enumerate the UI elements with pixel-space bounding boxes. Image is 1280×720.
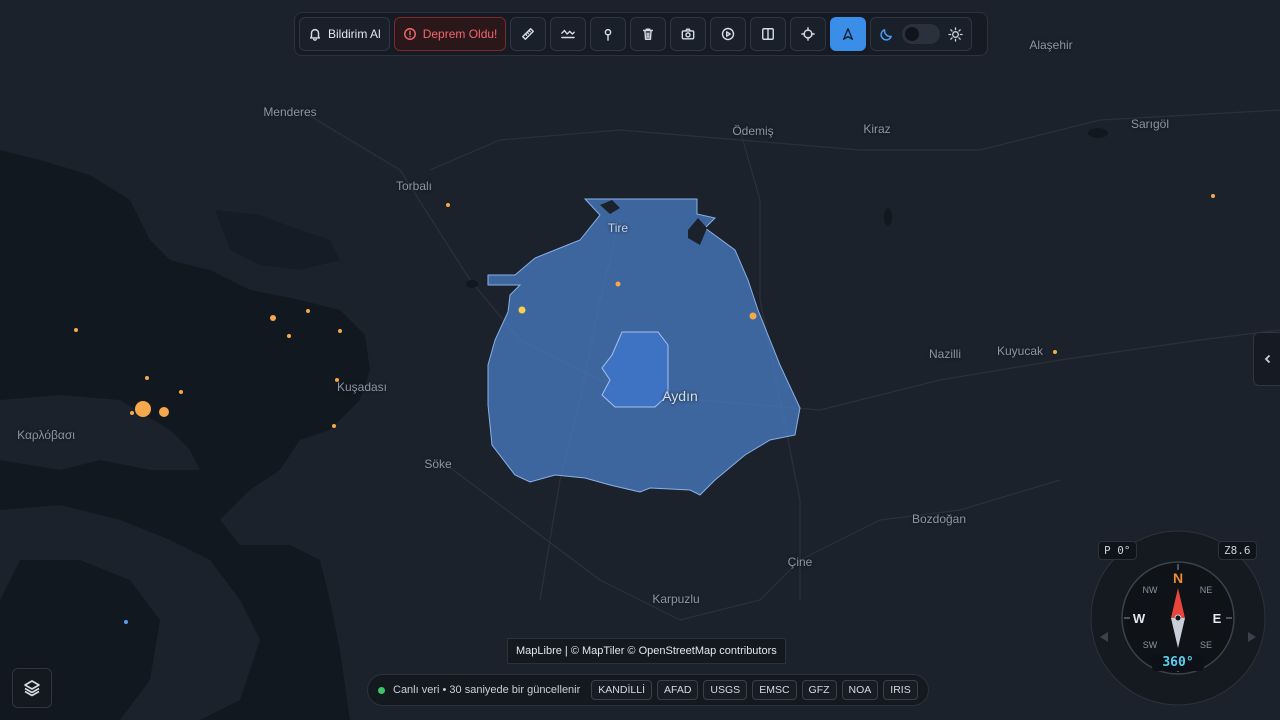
notify-label: Bildirim Al bbox=[328, 27, 381, 41]
chevron-left-icon bbox=[1264, 354, 1271, 364]
fault-lines-button[interactable] bbox=[550, 17, 587, 51]
clear-button[interactable] bbox=[630, 17, 667, 51]
pin-icon bbox=[605, 28, 612, 41]
alert-circle-icon bbox=[403, 28, 416, 40]
split-view-button[interactable] bbox=[750, 17, 787, 51]
theme-switcher bbox=[870, 17, 973, 51]
earthquake-marker[interactable] bbox=[145, 376, 149, 380]
notify-button[interactable]: Bildirim Al bbox=[299, 17, 390, 51]
place-label: Sarıgöl bbox=[1130, 117, 1170, 131]
camera-icon bbox=[682, 28, 695, 40]
earthquake-marker[interactable] bbox=[124, 620, 128, 624]
live-status-text: Canlı veri • 30 saniyede bir güncellenir bbox=[393, 684, 581, 696]
wave-icon bbox=[561, 29, 576, 39]
compass-north-label: N bbox=[1173, 570, 1183, 586]
source-badge[interactable]: NOA bbox=[841, 680, 879, 700]
earthquake-marker[interactable] bbox=[179, 390, 183, 394]
screenshot-button[interactable] bbox=[670, 17, 707, 51]
earthquake-report-label: Deprem Oldu! bbox=[422, 27, 498, 41]
trash-icon bbox=[643, 28, 654, 40]
pitch-readout: P 0° bbox=[1098, 541, 1137, 560]
compass-west-label: W bbox=[1133, 611, 1146, 626]
place-label: Ödemiş bbox=[732, 124, 774, 138]
moon-icon[interactable] bbox=[879, 27, 894, 42]
place-label: Aydın bbox=[662, 388, 698, 404]
earthquake-marker[interactable] bbox=[1211, 194, 1215, 198]
place-label: Καρλόβασι bbox=[17, 428, 75, 442]
play-button[interactable] bbox=[710, 17, 747, 51]
source-badge[interactable]: AFAD bbox=[656, 680, 699, 700]
place-label: Nazilli bbox=[928, 347, 962, 361]
earthquake-marker[interactable] bbox=[270, 315, 276, 321]
compass-ne-label: NE bbox=[1200, 585, 1213, 595]
earthquake-marker[interactable] bbox=[74, 328, 78, 332]
pin-button[interactable] bbox=[590, 17, 627, 51]
place-label: Menderes bbox=[263, 105, 317, 119]
data-source-bar: Canlı veri • 30 saniyede bir güncellenir… bbox=[367, 674, 929, 706]
place-label: Kuyucak bbox=[996, 344, 1044, 358]
compass-se-label: SE bbox=[1200, 640, 1212, 650]
theme-toggle[interactable] bbox=[902, 24, 941, 44]
measure-button[interactable] bbox=[510, 17, 547, 51]
split-icon bbox=[762, 28, 775, 40]
earthquake-marker[interactable] bbox=[338, 329, 342, 333]
navigate-icon bbox=[843, 28, 854, 40]
compass-east-label: E bbox=[1213, 611, 1222, 626]
place-label: Alaşehir bbox=[1029, 38, 1073, 52]
place-label: Torbalı bbox=[395, 179, 433, 193]
place-label: Kiraz bbox=[863, 122, 891, 136]
live-indicator bbox=[378, 686, 385, 694]
layers-icon bbox=[24, 680, 40, 697]
earthquake-marker[interactable] bbox=[749, 312, 757, 320]
source-badge[interactable]: KANDİLLİ bbox=[591, 680, 652, 700]
compass-pivot bbox=[1174, 614, 1182, 622]
earthquake-marker[interactable] bbox=[1053, 350, 1057, 354]
compass-nw-label: NW bbox=[1143, 585, 1158, 595]
ruler-icon bbox=[522, 28, 535, 40]
source-badge[interactable]: EMSC bbox=[752, 680, 797, 700]
lake bbox=[1088, 128, 1108, 138]
earthquake-marker[interactable] bbox=[446, 203, 450, 207]
earthquake-marker[interactable] bbox=[159, 407, 169, 417]
locate-button[interactable] bbox=[790, 17, 827, 51]
place-label: Karpuzlu bbox=[652, 592, 700, 606]
crosshair-icon bbox=[801, 27, 816, 41]
bell-icon bbox=[309, 28, 321, 41]
earthquake-marker[interactable] bbox=[135, 401, 151, 417]
play-icon bbox=[722, 27, 735, 41]
toggle-knob bbox=[905, 27, 920, 41]
navigate-button[interactable] bbox=[830, 17, 867, 51]
bearing-readout: 360° bbox=[1152, 654, 1204, 671]
source-badge[interactable]: IRIS bbox=[883, 680, 918, 700]
map-attribution[interactable]: MapLibre | © MapTiler © OpenStreetMap co… bbox=[507, 638, 786, 664]
place-label: Tire bbox=[607, 221, 629, 235]
zoom-readout: Z8.6 bbox=[1218, 541, 1257, 560]
source-badge[interactable]: GFZ bbox=[801, 680, 837, 700]
earthquake-marker[interactable] bbox=[518, 306, 526, 314]
earthquake-marker[interactable] bbox=[287, 334, 291, 338]
earthquake-marker[interactable] bbox=[332, 424, 336, 428]
place-label: Kuşadası bbox=[336, 380, 388, 394]
earthquake-marker[interactable] bbox=[130, 411, 134, 415]
place-label: Söke bbox=[424, 457, 452, 471]
lake bbox=[884, 208, 892, 226]
map-canvas[interactable] bbox=[0, 0, 1280, 720]
sun-icon[interactable] bbox=[948, 26, 964, 42]
layers-button[interactable] bbox=[12, 668, 52, 708]
source-badge[interactable]: USGS bbox=[703, 680, 748, 700]
compass-sw-label: SW bbox=[1143, 640, 1158, 650]
map-toolbar: Bildirim Al Deprem Oldu! bbox=[294, 12, 988, 56]
earthquake-marker[interactable] bbox=[615, 281, 621, 287]
side-panel-toggle[interactable] bbox=[1253, 332, 1280, 386]
place-label: Çine bbox=[787, 555, 813, 569]
earthquake-report-button[interactable]: Deprem Oldu! bbox=[393, 17, 507, 51]
lake bbox=[466, 280, 478, 288]
place-label: Bozdoğan bbox=[911, 512, 967, 526]
earthquake-marker[interactable] bbox=[306, 309, 310, 313]
